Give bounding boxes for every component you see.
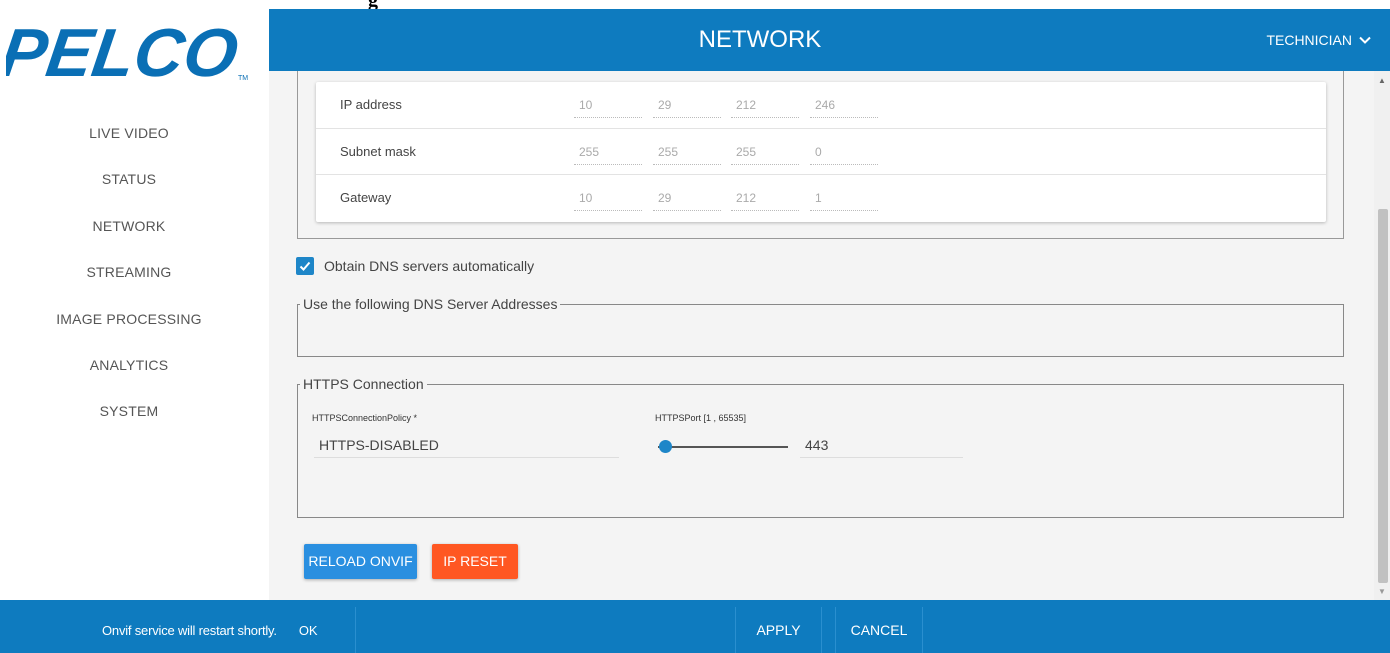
cancel-button[interactable]: CANCEL [835,607,923,653]
sidebar-item-network[interactable]: NETWORK [0,203,258,249]
dns-auto-checkbox[interactable] [296,257,314,275]
subnet-mask-octet-1[interactable]: 255 [574,141,642,165]
checkmark-icon [299,261,311,271]
subnet-mask-octet-2[interactable]: 255 [653,141,721,165]
ip-address-row: IP address 10 29 212 246 [316,82,1326,129]
snackbar: Onvif service will restart shortly. OK [78,607,356,653]
gateway-label: Gateway [340,190,392,205]
app-root: g PELCO TM LIVE VIDEO STATUS NETWORK STR… [0,0,1390,653]
chevron-down-icon [1359,36,1371,44]
sidebar-item-streaming[interactable]: STREAMING [0,249,258,295]
sidebar-item-analytics[interactable]: ANALYTICS [0,342,258,388]
gateway-octet-3[interactable]: 212 [731,187,799,211]
scrollbar-thumb[interactable] [1378,209,1388,583]
subnet-mask-label: Subnet mask [340,143,416,159]
apply-button[interactable]: APPLY [735,607,822,653]
https-port-slider-thumb[interactable] [658,440,672,453]
ip-reset-button[interactable]: IP RESET [432,544,518,579]
dns-manual-legend: Use the following DNS Server Addresses [300,296,561,312]
ip-address-octet-2[interactable]: 29 [653,94,721,118]
user-menu[interactable]: TECHNICIAN [1266,9,1372,71]
gateway-octet-2[interactable]: 29 [653,187,721,211]
sidebar-item-system[interactable]: SYSTEM [0,388,258,434]
sidebar-nav: LIVE VIDEO STATUS NETWORK STREAMING IMAG… [0,110,258,435]
svg-text:PELCO: PELCO [6,20,243,84]
https-port-slider[interactable] [658,437,788,457]
sidebar-item-status[interactable]: STATUS [0,156,258,202]
https-policy-select[interactable]: HTTPS-DISABLED [314,432,619,458]
reload-onvif-button[interactable]: RELOAD ONVIF [304,544,417,579]
subnet-mask-octet-4[interactable]: 0 [810,141,878,165]
dns-manual-fieldset: Use the following DNS Server Addresses [297,296,1344,357]
https-fieldset: HTTPS Connection HTTPSConnectionPolicy *… [297,376,1344,518]
gateway-octet-1[interactable]: 10 [574,187,642,211]
ip-address-octet-3[interactable]: 212 [731,94,799,118]
ip-address-label: IP address [340,97,402,112]
https-port-slider-track [658,446,788,448]
sidebar-item-image-processing[interactable]: IMAGE PROCESSING [0,296,258,342]
gateway-row: Gateway 10 29 212 1 [316,175,1326,222]
header-bar: NETWORK TECHNICIAN [269,9,1390,71]
sidebar: PELCO TM LIVE VIDEO STATUS NETWORK STREA… [0,0,269,607]
dns-auto-label: Obtain DNS servers automatically [324,258,535,274]
https-policy-label: HTTPSConnectionPolicy * [312,413,418,423]
page-title: NETWORK [698,26,822,53]
sidebar-item-live-video[interactable]: LIVE VIDEO [0,110,258,156]
user-menu-label: TECHNICIAN [1266,32,1352,48]
subnet-mask-octet-3[interactable]: 255 [731,141,799,165]
gateway-octet-4[interactable]: 1 [810,187,878,211]
snackbar-message: Onvif service will restart shortly. [102,622,277,638]
main-content: IP address 10 29 212 246 Subnet mask 255… [269,71,1374,600]
dns-auto-checkbox-row[interactable]: Obtain DNS servers automatically [296,257,534,275]
pelco-logo: PELCO TM [6,20,248,84]
ip-address-octet-4[interactable]: 246 [810,94,878,118]
ip-address-octet-1[interactable]: 10 [574,94,642,118]
scroll-down-arrow-icon[interactable]: ▼ [1378,587,1386,596]
scroll-up-arrow-icon[interactable]: ▲ [1378,76,1386,85]
https-port-input[interactable]: 443 [800,432,963,458]
subnet-mask-row: Subnet mask 255 255 255 0 [316,129,1326,175]
https-legend: HTTPS Connection [300,376,427,392]
top-fragment-text: g [368,0,378,9]
svg-text:TM: TM [238,75,248,82]
snackbar-ok-button[interactable]: OK [299,623,318,638]
main-scrollbar[interactable]: ▲ ▼ [1374,71,1390,600]
ipv4-card: IP address 10 29 212 246 Subnet mask 255… [316,82,1326,222]
https-port-label: HTTPSPort [1 , 65535] [655,413,747,423]
